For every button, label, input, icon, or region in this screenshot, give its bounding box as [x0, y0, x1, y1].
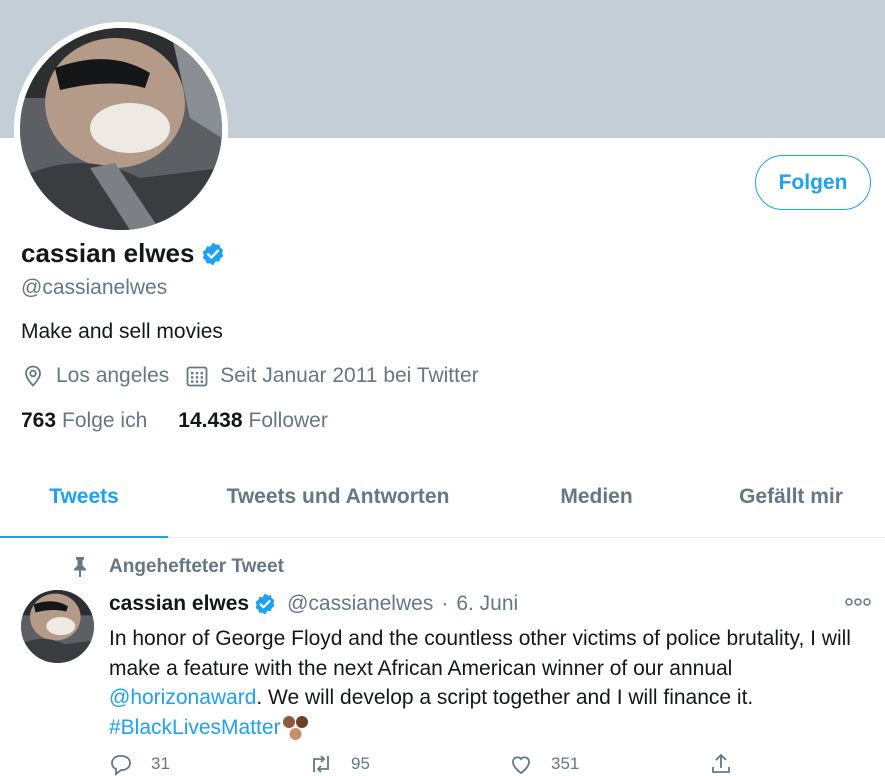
like-action[interactable]: 351: [509, 752, 709, 776]
tweet-author-name[interactable]: cassian elwes: [109, 592, 249, 616]
profile-meta: Los angeles Seit Januar 2011 bei Twitter: [21, 364, 479, 388]
retweet-icon: [313, 755, 329, 773]
heart-icon: [512, 756, 530, 775]
tab-media[interactable]: Medien: [530, 457, 663, 537]
followers-label: Follower: [248, 409, 328, 432]
retweet-action[interactable]: 95: [309, 752, 509, 776]
follow-button[interactable]: Folgen: [755, 155, 871, 210]
share-action[interactable]: [709, 752, 885, 776]
display-name: cassian elwes: [21, 238, 195, 268]
verified-badge-icon: [255, 593, 275, 615]
following-count: 763: [21, 409, 57, 432]
profile-bio: Make and sell movies: [21, 320, 223, 343]
tweet-author-handle[interactable]: @cassianelwes: [287, 592, 433, 616]
following-stat[interactable]: 763 Folge ich: [21, 409, 147, 433]
reply-action[interactable]: 31: [109, 752, 309, 776]
more-dots-icon[interactable]: [845, 593, 871, 611]
profile-handle: @cassianelwes: [21, 276, 168, 299]
reply-icon: [111, 755, 131, 776]
pinned-label: Angehefteter Tweet: [109, 556, 284, 577]
joined-item: Seit Januar 2011 bei Twitter: [185, 364, 479, 388]
tweet-avatar[interactable]: [21, 590, 94, 663]
profile-stats: 763 Folge ich 14.438 Follower: [21, 409, 328, 433]
mention-link[interactable]: @horizonaward: [109, 686, 256, 709]
tweet-text-part2: . We will develop a script together and …: [256, 686, 754, 709]
tab-tweets[interactable]: Tweets: [0, 457, 168, 538]
profile-name-row: cassian elwes: [21, 238, 226, 269]
profile-avatar[interactable]: [14, 22, 228, 236]
reply-count: 31: [151, 754, 170, 773]
tweet-text-part1: In honor of George Floyd and the countle…: [109, 627, 851, 680]
tweet-date[interactable]: 6. Juni: [456, 592, 518, 616]
tweet-text: In honor of George Floyd and the countle…: [109, 624, 879, 742]
tweet-header: cassian elwes @cassianelwes · 6. Juni: [109, 592, 518, 616]
tab-tweets-and-replies[interactable]: Tweets und Antworten: [192, 457, 484, 537]
pinned-indicator: Angehefteter Tweet: [68, 555, 284, 579]
retweet-count: 95: [351, 754, 370, 773]
following-label: Folge ich: [62, 409, 148, 432]
tweet-separator: ·: [441, 592, 449, 615]
share-icon: [712, 753, 730, 773]
raised-fists-emoji-icon: [281, 715, 311, 741]
like-count: 351: [551, 754, 580, 773]
followers-stat[interactable]: 14.438 Follower: [178, 409, 328, 433]
location-item: Los angeles: [21, 364, 169, 388]
verified-badge-icon: [203, 242, 224, 265]
joined-text: Seit Januar 2011 bei Twitter: [220, 364, 479, 387]
hashtag-link[interactable]: #BlackLivesMatter: [109, 716, 281, 739]
avatar-photo: [20, 28, 222, 230]
location-pin-icon: [25, 365, 41, 387]
location-text: Los angeles: [56, 364, 170, 387]
followers-count: 14.438: [178, 409, 243, 432]
pin-icon: [74, 557, 86, 577]
calendar-icon: [186, 366, 208, 387]
tab-likes[interactable]: Gefällt mir: [714, 457, 868, 537]
profile-tabs: Tweets Tweets und Antworten Medien Gefäl…: [0, 457, 885, 538]
tweet-actions: 31 95 351: [109, 752, 885, 776]
